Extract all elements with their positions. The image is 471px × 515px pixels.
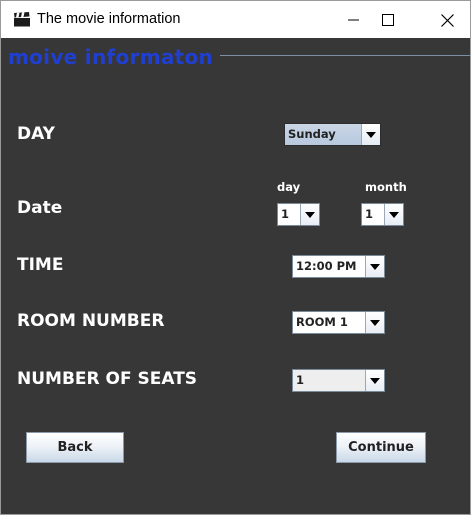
time-select[interactable]: 12:00 PM <box>292 255 385 278</box>
seats-select-value: 1 <box>296 373 305 387</box>
close-button[interactable] <box>424 1 470 39</box>
room-number-label: ROOM NUMBER <box>17 311 165 331</box>
back-button[interactable]: Back <box>26 432 124 463</box>
seats-label: NUMBER OF SEATS <box>17 369 198 389</box>
form-heading: moive informaton <box>8 45 214 69</box>
time-label: TIME <box>17 255 64 275</box>
date-month-arrow[interactable] <box>384 204 403 225</box>
chevron-down-icon <box>366 131 376 138</box>
room-number-arrow[interactable] <box>365 312 384 333</box>
seats-select-arrow[interactable] <box>365 370 384 391</box>
form-panel: moive informaton DAY Sunday day month Da… <box>1 38 470 514</box>
day-select-arrow[interactable] <box>361 124 380 145</box>
seats-select[interactable]: 1 <box>292 369 385 392</box>
continue-button[interactable]: Continue <box>336 432 426 463</box>
day-select[interactable]: Sunday <box>284 123 381 146</box>
clapperboard-icon <box>14 12 30 27</box>
title-bar: The movie information <box>0 0 471 38</box>
room-number-value: ROOM 1 <box>296 315 348 329</box>
heading-rule <box>220 55 470 56</box>
chevron-down-icon <box>389 211 399 218</box>
window-title: The movie information <box>37 11 181 27</box>
day-label: DAY <box>17 124 55 144</box>
date-day-select[interactable]: 1 <box>277 203 320 226</box>
room-number-select[interactable]: ROOM 1 <box>292 311 385 334</box>
date-day-value: 1 <box>281 207 290 221</box>
chevron-down-icon <box>370 319 380 326</box>
date-label: Date <box>17 198 63 218</box>
chevron-down-icon <box>370 263 380 270</box>
minimize-icon <box>348 19 359 21</box>
date-day-arrow[interactable] <box>300 204 319 225</box>
date-month-value: 1 <box>365 207 374 221</box>
date-day-label: day <box>277 180 301 194</box>
chevron-down-icon <box>370 377 380 384</box>
chevron-down-icon <box>305 211 315 218</box>
time-select-arrow[interactable] <box>365 256 384 277</box>
day-select-value: Sunday <box>288 127 336 141</box>
maximize-button[interactable] <box>365 1 411 39</box>
maximize-icon <box>382 14 394 26</box>
close-icon <box>440 13 454 27</box>
date-month-select[interactable]: 1 <box>361 203 404 226</box>
date-month-label: month <box>365 180 407 194</box>
time-select-value: 12:00 PM <box>296 259 357 273</box>
